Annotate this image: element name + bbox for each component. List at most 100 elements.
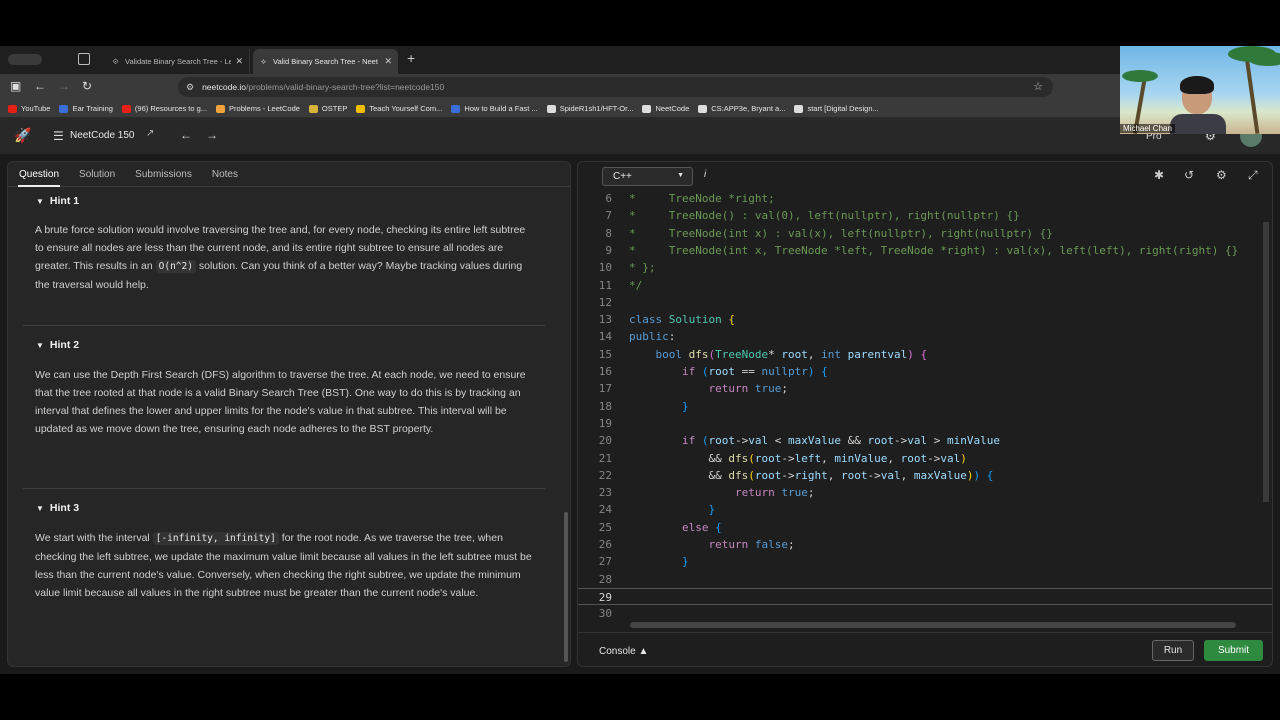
code-line[interactable]: 8 * TreeNode(int x) : val(x), left(nullpt… (578, 225, 1272, 242)
code-text: * }; (629, 261, 656, 275)
code-text: * TreeNode() : val(0), left(nullptr), ri… (629, 209, 1020, 223)
code-text: */ (629, 278, 643, 292)
forward-arrow-icon[interactable]: → (58, 79, 70, 93)
debug-bug-icon[interactable]: ✱ (1154, 168, 1164, 182)
bookmark-item[interactable]: Problems - LeetCode (216, 104, 300, 113)
code-area[interactable]: 6 * TreeNode *right; 7 * TreeNode() : val(0… (578, 190, 1272, 622)
bookmark-favicon-icon (356, 104, 366, 113)
palm-trunk (1244, 56, 1260, 134)
close-tab-icon[interactable]: ✕ (384, 56, 392, 67)
code-line[interactable]: 29 (578, 587, 1272, 606)
code-line[interactable]: 14 public: (578, 328, 1272, 345)
code-line[interactable]: 24 } (578, 501, 1272, 518)
tab-notes[interactable]: Notes (212, 169, 238, 180)
rocket-logo-icon[interactable]: 🚀 (14, 127, 31, 144)
bookmark-label: Ear Training (72, 104, 113, 113)
bookmark-item[interactable]: SpideR1sh1/HFT-Or... (546, 104, 633, 113)
neetcode-favicon-icon: ⟡ (260, 57, 267, 66)
close-tab-icon[interactable]: ✕ (235, 56, 243, 67)
hint-1-toggle[interactable]: ▼ Hint 1 (36, 195, 79, 207)
code-line[interactable]: 30 (578, 605, 1272, 622)
sidebar-toggle-icon[interactable]: ▣ (10, 79, 21, 93)
prev-problem-arrow-icon[interactable]: ← (180, 128, 192, 142)
bookmark-item[interactable]: CS:APP3e, Bryant a... (698, 104, 785, 113)
editor-settings-icon[interactable]: ⚙ (1216, 168, 1227, 182)
bookmarks-bar: YouTube Ear Training (96) Resources to g..… (0, 100, 1280, 118)
list-icon[interactable]: ☰ (53, 129, 64, 143)
info-icon[interactable]: i (704, 169, 706, 180)
new-tab-icon[interactable]: + (407, 50, 415, 66)
code-line[interactable]: 26 return false; (578, 536, 1272, 553)
code-line[interactable]: 6 * TreeNode *right; (578, 190, 1272, 207)
bookmark-label: How to Build a Fast ... (464, 104, 538, 113)
hint-2-toggle[interactable]: ▼ Hint 2 (36, 339, 79, 351)
bookmark-item[interactable]: OSTEP (308, 104, 347, 113)
code-line[interactable]: 19 (578, 415, 1272, 432)
window-controls[interactable] (8, 54, 42, 65)
code-line[interactable]: 15 bool dfs(TreeNode* root, int parentva… (578, 346, 1272, 363)
code-line[interactable]: 27 } (578, 553, 1272, 570)
url-host: neetcode.io (202, 82, 247, 92)
code-line[interactable]: 13 class Solution { (578, 311, 1272, 328)
code-line[interactable]: 23 return true; (578, 484, 1272, 501)
hint-3-toggle[interactable]: ▼ Hint 3 (36, 502, 79, 514)
next-problem-arrow-icon[interactable]: → (206, 128, 218, 142)
console-label: Console (599, 646, 636, 657)
line-number: 15 (598, 347, 612, 361)
code-line[interactable]: 16 if (root == nullptr) { (578, 363, 1272, 380)
fullscreen-icon[interactable]: ⤢ (1248, 168, 1258, 183)
submit-button[interactable]: Submit (1204, 640, 1263, 661)
address-bar[interactable]: ⚙ neetcode.io/problems/valid-binary-sear… (178, 77, 1053, 97)
bookmark-item[interactable]: How to Build a Fast ... (451, 104, 538, 113)
tab-solution[interactable]: Solution (79, 169, 115, 180)
bookmark-label: (96) Resources to g... (134, 104, 208, 113)
language-select[interactable]: C++ ▼ (602, 167, 693, 186)
code-line[interactable]: 22 && dfs(root->right, root->val, maxVal… (578, 467, 1272, 484)
console-toggle[interactable]: Console ▲ (599, 646, 648, 657)
bookmark-item[interactable]: Ear Training (59, 104, 113, 113)
tab-neetcode[interactable]: ⟡ Valid Binary Search Tree - Neet ✕ (253, 49, 398, 74)
problem-list-title[interactable]: NeetCode 150 (70, 130, 135, 141)
site-settings-icon[interactable]: ⚙ (186, 82, 194, 93)
code-line[interactable]: 25 else { (578, 519, 1272, 536)
scrollbar[interactable] (564, 512, 568, 662)
code-line[interactable]: 7 * TreeNode() : val(0), left(nullptr), r… (578, 207, 1272, 224)
code-line[interactable]: 28 (578, 571, 1272, 588)
code-line[interactable]: 20 if (root->val < maxValue && root->val… (578, 432, 1272, 449)
tab-question[interactable]: Question (17, 169, 61, 187)
code-line[interactable]: 9 * TreeNode(int x, TreeNode *left, TreeN… (578, 242, 1272, 259)
bookmark-item[interactable]: YouTube (8, 104, 50, 113)
bookmark-item[interactable]: NeetCode (642, 104, 689, 113)
code-line[interactable]: 11 */ (578, 277, 1272, 294)
bookmark-item[interactable]: (96) Resources to g... (121, 104, 208, 113)
reset-code-icon[interactable]: ↺ (1184, 168, 1194, 182)
run-button[interactable]: Run (1152, 640, 1194, 661)
code-text: class Solution { (629, 313, 735, 327)
bookmark-star-icon[interactable]: ☆ (1033, 80, 1043, 93)
bookmark-item[interactable]: Teach Yourself Com... (356, 104, 442, 113)
line-number: 10 (598, 261, 612, 275)
caret-up-icon: ▲ (638, 646, 649, 657)
bookmark-label: Teach Yourself Com... (369, 104, 443, 113)
hint-text: We can use the Depth First Search (DFS) … (35, 369, 526, 435)
code-line[interactable]: 10 * }; (578, 259, 1272, 276)
code-line[interactable]: 21 && dfs(root->left, minValue, root->va… (578, 450, 1272, 467)
tab-search-icon[interactable] (78, 53, 90, 65)
code-line[interactable]: 17 return true; (578, 380, 1272, 397)
tab-submissions[interactable]: Submissions (135, 169, 192, 180)
reload-icon[interactable]: ↻ (82, 79, 92, 93)
tab-leetcode[interactable]: ⟐ Validate Binary Search Tree - Le ✕ (105, 49, 250, 74)
line-number: 29 (598, 590, 612, 604)
back-arrow-icon[interactable]: ← (34, 79, 46, 93)
bookmark-label: NeetCode (655, 104, 690, 113)
code-line[interactable]: 18 } (578, 398, 1272, 415)
hints-list: ▼ Hint 1 A brute force solution would inv… (8, 187, 570, 666)
external-link-icon[interactable]: ↗ (146, 128, 154, 139)
line-number: 18 (598, 399, 612, 413)
code-text: return true; (708, 382, 788, 396)
vertical-scrollbar[interactable] (1263, 222, 1269, 502)
console-bar: Console ▲ Run Submit (578, 632, 1272, 666)
bookmark-item[interactable]: start [Digital Design... (794, 104, 879, 113)
code-line[interactable]: 12 (578, 294, 1272, 311)
horizontal-scrollbar[interactable] (630, 622, 1236, 628)
